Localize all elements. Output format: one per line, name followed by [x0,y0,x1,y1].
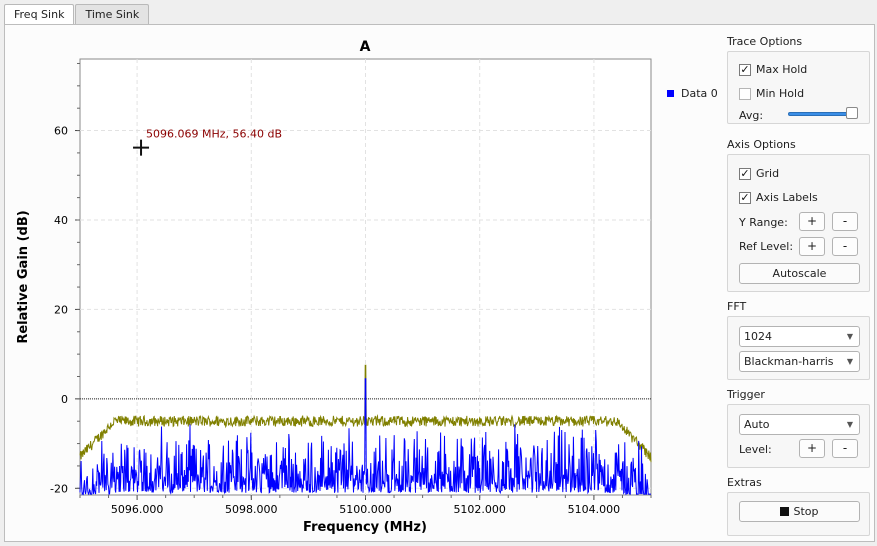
autoscale-button[interactable]: Autoscale [739,263,860,284]
grid-label: Grid [756,167,780,180]
stop-button[interactable]: Stop [739,501,860,522]
tab-freq-sink[interactable]: Freq Sink [4,4,75,26]
x-axis-label: Frequency (MHz) [303,520,427,535]
trigger-mode-value: Auto [744,418,770,431]
y-tick-label: 40 [54,214,68,227]
trigger-mode-select[interactable]: Auto ▼ [739,414,860,435]
fft-window-select[interactable]: Blackman-harris ▼ [739,351,860,372]
y-range-minus-button[interactable]: - [832,212,858,231]
avg-label: Avg: [739,109,764,122]
fft-size-value: 1024 [744,330,772,343]
max-hold-checkbox[interactable]: ✓ Max Hold [739,63,807,76]
fft-size-select[interactable]: 1024 ▼ [739,326,860,347]
axis-labels-checkbox[interactable]: ✓ Axis Labels [739,191,818,204]
checkmark-icon: ✓ [739,166,751,180]
ref-level-plus-button[interactable]: + [799,237,825,256]
chevron-down-icon: ▼ [846,332,853,341]
grid-checkbox[interactable]: ✓ Grid [739,167,779,180]
x-tick-label: 5104.000 [568,503,621,516]
extras-group: Stop [727,492,870,536]
y-tick-label: -20 [50,482,68,495]
avg-slider[interactable] [788,112,848,116]
x-axis: 5096.000 5098.000 5100.000 5102.000 5104.000 [79,495,652,516]
max-hold-label: Max Hold [756,63,808,76]
fft-group: 1024 ▼ Blackman-harris ▼ [727,316,870,380]
trigger-group: Auto ▼ Level: + - [727,404,870,468]
y-tick-label: 0 [61,393,68,406]
axis-options-group: ✓ Grid ✓ Axis Labels Y Range: + - Ref Le… [727,154,870,292]
extras-title: Extras [727,476,762,489]
avg-slider-handle[interactable] [846,107,858,119]
axis-labels-label: Axis Labels [756,191,818,204]
min-hold-label: Min Hold [756,87,805,100]
x-tick-label: 5096.000 [111,503,164,516]
trigger-level-plus-button[interactable]: + [799,439,825,458]
empty-checkbox-icon [739,87,751,100]
y-tick-label: 60 [54,125,68,138]
min-hold-checkbox[interactable]: Min Hold [739,87,804,100]
fft-window-value: Blackman-harris [744,355,834,368]
freq-sink-window: Freq Sink Time Sink A 60 40 20 0 -20 5096.00… [0,0,877,546]
marker-readout: 5096.069 MHz, 56.40 dB [146,128,282,141]
plot-title: A [360,39,371,55]
checkmark-icon: ✓ [739,62,751,76]
legend-label: Data 0 [681,87,718,100]
y-axis: 60 40 20 0 -20 [50,62,80,495]
x-tick-label: 5102.000 [453,503,506,516]
trace-options-group: ✓ Max Hold Min Hold Avg: [727,51,870,124]
x-tick-label: 5098.000 [225,503,278,516]
checkmark-icon: ✓ [739,190,751,204]
tab-panel: A 60 40 20 0 -20 5096.000 5098.000 5100.000 510… [4,24,875,542]
stop-icon [780,507,790,516]
legend-swatch-icon [667,90,674,97]
ref-level-minus-button[interactable]: - [832,237,858,256]
y-range-plus-button[interactable]: + [799,212,825,231]
trigger-title: Trigger [727,388,765,401]
tab-time-sink[interactable]: Time Sink [75,4,150,25]
legend[interactable]: Data 0 [667,87,718,100]
trace-options-title: Trace Options [727,35,803,48]
frequency-plot[interactable]: A 60 40 20 0 -20 5096.000 5098.000 5100.000 510… [5,25,725,543]
axis-options-title: Axis Options [727,138,796,151]
trigger-level-minus-button[interactable]: - [832,439,858,458]
trigger-level-label: Level: [739,443,772,456]
stop-label: Stop [793,505,819,518]
fft-title: FFT [727,300,747,313]
tab-bar: Freq Sink Time Sink [4,4,150,26]
y-tick-label: 20 [54,303,68,316]
y-range-label: Y Range: [739,216,788,229]
chevron-down-icon: ▼ [846,420,853,429]
ref-level-label: Ref Level: [739,240,794,253]
x-tick-label: 5100.000 [339,503,392,516]
chevron-down-icon: ▼ [846,357,853,366]
y-axis-label: Relative Gain (dB) [16,210,31,343]
